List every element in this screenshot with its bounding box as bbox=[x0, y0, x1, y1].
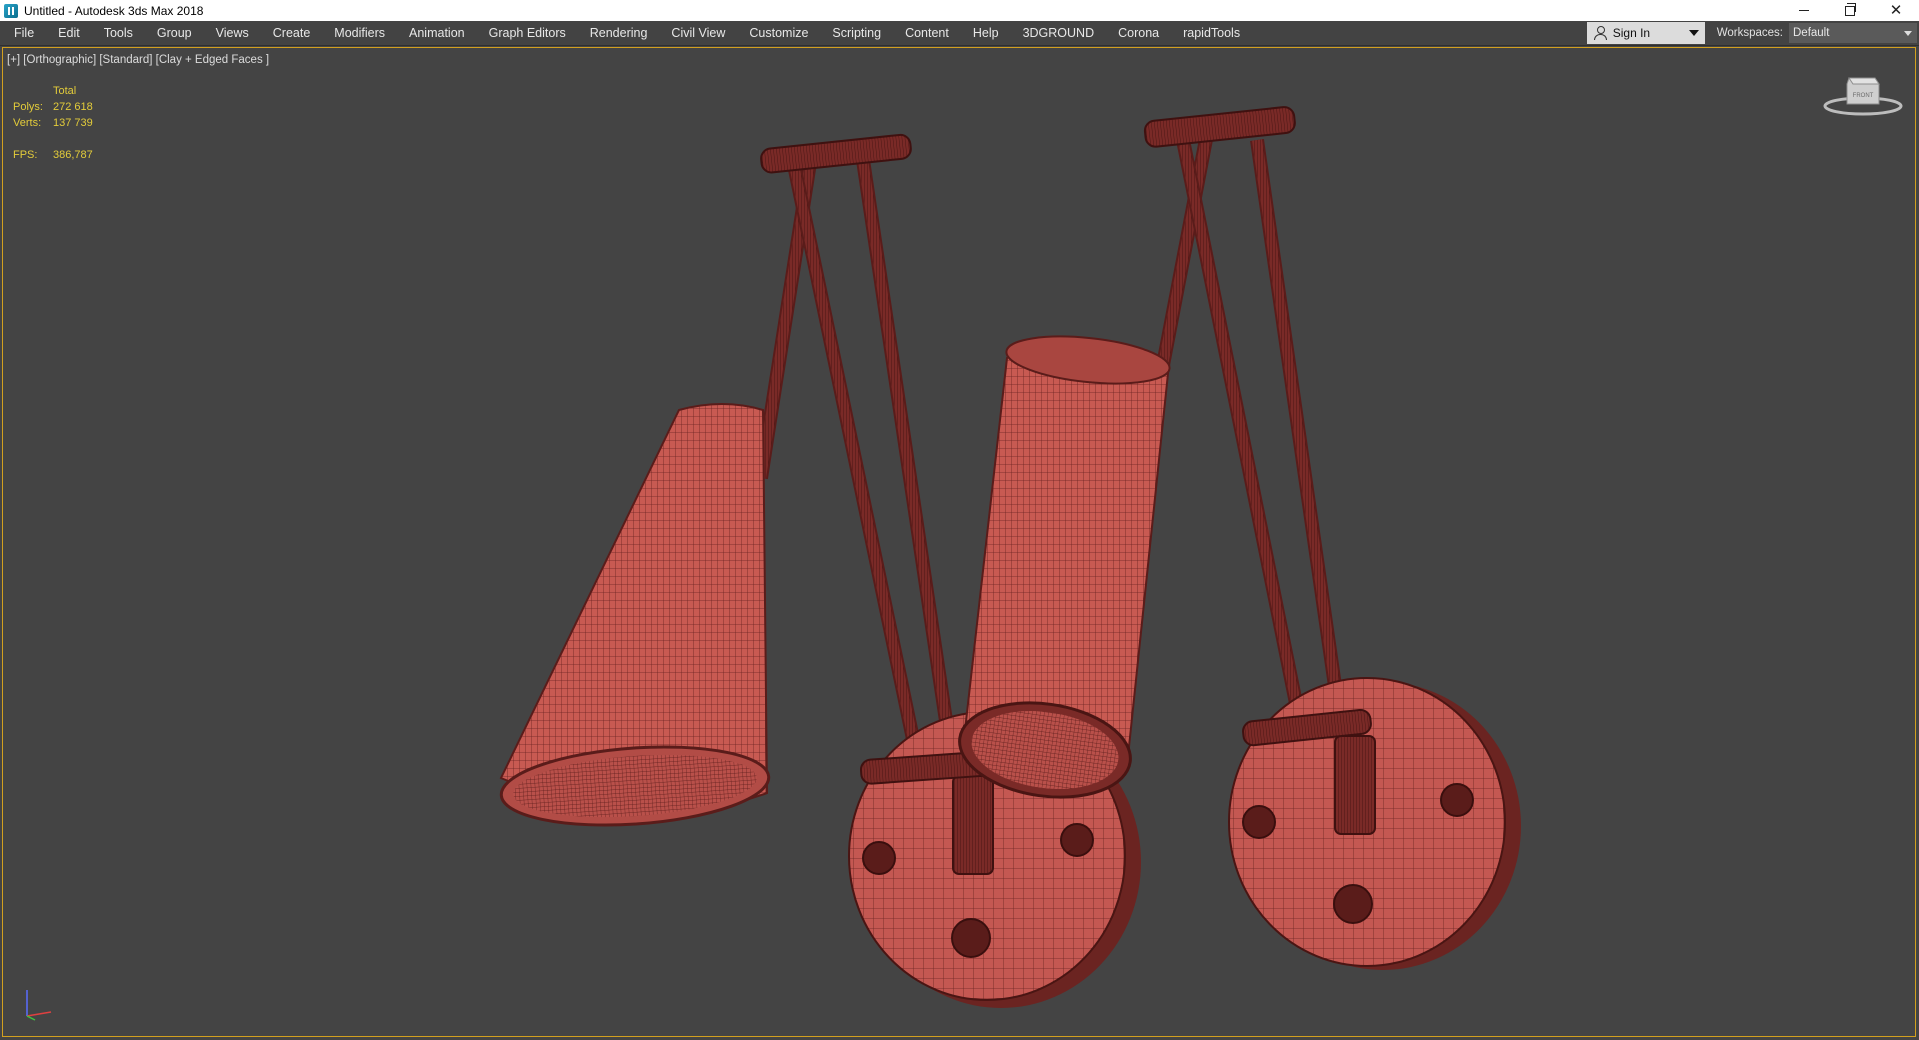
chevron-down-icon bbox=[1904, 31, 1912, 36]
viewport-label[interactable]: [+] [Orthographic] [Standard] [Clay + Ed… bbox=[7, 54, 269, 66]
right-wall-plate bbox=[1228, 677, 1521, 970]
perspective-viewport[interactable]: [+] [Orthographic] [Standard] [Clay + Ed… bbox=[2, 47, 1916, 1037]
restore-icon bbox=[1845, 2, 1856, 16]
menu-civil-view[interactable]: Civil View bbox=[659, 21, 737, 45]
user-icon bbox=[1593, 26, 1607, 40]
stats-header-row: Total bbox=[13, 83, 93, 99]
minimize-icon bbox=[1799, 10, 1809, 11]
viewcube-face-label: FRONT bbox=[1853, 93, 1874, 99]
window-controls: ✕ bbox=[1781, 0, 1919, 21]
menu-graph-editors[interactable]: Graph Editors bbox=[477, 21, 578, 45]
polys-label: Polys: bbox=[13, 101, 43, 113]
left-lamp-arms bbox=[754, 133, 960, 770]
chevron-down-icon bbox=[1688, 30, 1699, 36]
menu-help[interactable]: Help bbox=[961, 21, 1011, 45]
menu-rapidtools[interactable]: rapidTools bbox=[1171, 21, 1252, 45]
menu-edit[interactable]: Edit bbox=[46, 21, 92, 45]
workspace-value: Default bbox=[1793, 27, 1830, 39]
close-button[interactable]: ✕ bbox=[1873, 0, 1919, 21]
stats-spacer bbox=[13, 83, 53, 99]
close-icon: ✕ bbox=[1889, 2, 1903, 19]
stats-fps-row: FPS: 386,787 bbox=[13, 147, 93, 163]
fps-value: 386,787 bbox=[53, 149, 93, 161]
scene-render bbox=[499, 106, 1521, 1008]
minimize-button[interactable] bbox=[1781, 0, 1827, 21]
sign-in-button[interactable]: Sign In bbox=[1586, 22, 1705, 44]
stats-gap bbox=[13, 131, 93, 147]
menu-bar: File Edit Tools Group Views Create Modif… bbox=[0, 21, 1919, 46]
3ds-max-icon bbox=[4, 3, 18, 18]
fps-label: FPS: bbox=[13, 149, 38, 161]
workspaces-dropdown[interactable]: Default bbox=[1789, 23, 1917, 43]
stats-header: Total bbox=[53, 85, 77, 97]
menu-customize[interactable]: Customize bbox=[737, 21, 820, 45]
menu-rendering[interactable]: Rendering bbox=[578, 21, 660, 45]
title-bar: Untitled - Autodesk 3ds Max 2018 ✕ bbox=[0, 0, 1919, 21]
menu-corona[interactable]: Corona bbox=[1106, 21, 1171, 45]
workspaces-label: Workspaces: bbox=[1716, 27, 1783, 39]
menu-create[interactable]: Create bbox=[261, 21, 323, 45]
viewcube-icon[interactable]: FRONT bbox=[1823, 68, 1903, 118]
restore-button[interactable] bbox=[1827, 0, 1873, 21]
menu-scripting[interactable]: Scripting bbox=[820, 21, 893, 45]
menu-group[interactable]: Group bbox=[145, 21, 204, 45]
middle-cylinder-shade bbox=[958, 335, 1171, 799]
left-cone-shade bbox=[499, 403, 771, 827]
menu-file[interactable]: File bbox=[0, 21, 46, 45]
window-title: Untitled - Autodesk 3ds Max 2018 bbox=[24, 3, 204, 18]
verts-label: Verts: bbox=[13, 117, 42, 129]
menu-tools[interactable]: Tools bbox=[92, 21, 145, 45]
menu-views[interactable]: Views bbox=[204, 21, 261, 45]
right-lamp-arms bbox=[1143, 106, 1348, 750]
stats-polys-row: Polys: 272 618 bbox=[13, 99, 93, 115]
menu-3dground[interactable]: 3DGROUND bbox=[1011, 21, 1107, 45]
menu-content[interactable]: Content bbox=[893, 21, 961, 45]
menu-modifiers[interactable]: Modifiers bbox=[322, 21, 397, 45]
verts-value: 137 739 bbox=[53, 117, 93, 129]
axis-tripod-icon bbox=[26, 990, 52, 1021]
menu-animation[interactable]: Animation bbox=[397, 21, 477, 45]
stats-verts-row: Verts: 137 739 bbox=[13, 115, 93, 131]
sign-in-label: Sign In bbox=[1612, 26, 1651, 40]
polys-value: 272 618 bbox=[53, 101, 93, 113]
viewport-statistics: Total Polys: 272 618 Verts: 137 739 FPS: 38… bbox=[13, 83, 93, 163]
